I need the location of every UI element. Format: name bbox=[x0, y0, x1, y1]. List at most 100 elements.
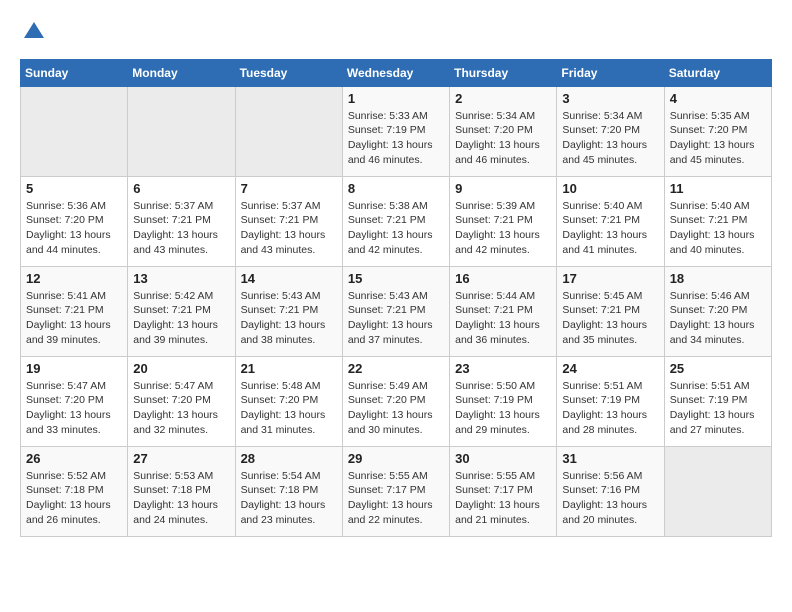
weekday-header-saturday: Saturday bbox=[664, 59, 771, 86]
calendar-cell bbox=[664, 446, 771, 536]
page-header bbox=[20, 20, 772, 49]
day-info: Sunrise: 5:37 AM Sunset: 7:21 PM Dayligh… bbox=[241, 199, 337, 258]
day-info: Sunrise: 5:38 AM Sunset: 7:21 PM Dayligh… bbox=[348, 199, 444, 258]
calendar-cell: 5 Sunrise: 5:36 AM Sunset: 7:20 PM Daylig… bbox=[21, 176, 128, 266]
calendar-week-5: 26 Sunrise: 5:52 AM Sunset: 7:18 PM Dayli… bbox=[21, 446, 772, 536]
logo bbox=[20, 20, 46, 49]
day-number: 9 bbox=[455, 181, 551, 196]
weekday-header-sunday: Sunday bbox=[21, 59, 128, 86]
calendar-body: 1 Sunrise: 5:33 AM Sunset: 7:19 PM Daylig… bbox=[21, 86, 772, 536]
weekday-header-tuesday: Tuesday bbox=[235, 59, 342, 86]
day-info: Sunrise: 5:46 AM Sunset: 7:20 PM Dayligh… bbox=[670, 289, 766, 348]
day-info: Sunrise: 5:45 AM Sunset: 7:21 PM Dayligh… bbox=[562, 289, 658, 348]
calendar-cell: 4Sunrise: 5:35 AM Sunset: 7:20 PM Daylig… bbox=[664, 86, 771, 176]
calendar-cell: 27 Sunrise: 5:53 AM Sunset: 7:18 PM Dayli… bbox=[128, 446, 235, 536]
calendar-cell: 26 Sunrise: 5:52 AM Sunset: 7:18 PM Dayli… bbox=[21, 446, 128, 536]
day-number: 7 bbox=[241, 181, 337, 196]
day-number: 27 bbox=[133, 451, 229, 466]
day-info: Sunrise: 5:52 AM Sunset: 7:18 PM Dayligh… bbox=[26, 469, 122, 528]
calendar-cell: 11Sunrise: 5:40 AM Sunset: 7:21 PM Dayli… bbox=[664, 176, 771, 266]
calendar-cell: 10Sunrise: 5:40 AM Sunset: 7:21 PM Dayli… bbox=[557, 176, 664, 266]
calendar-header: SundayMondayTuesdayWednesdayThursdayFrid… bbox=[21, 59, 772, 86]
day-number: 22 bbox=[348, 361, 444, 376]
day-number: 4 bbox=[670, 91, 766, 106]
day-number: 24 bbox=[562, 361, 658, 376]
calendar-cell: 9 Sunrise: 5:39 AM Sunset: 7:21 PM Daylig… bbox=[450, 176, 557, 266]
day-number: 19 bbox=[26, 361, 122, 376]
day-number: 1 bbox=[348, 91, 444, 106]
calendar-cell: 21 Sunrise: 5:48 AM Sunset: 7:20 PM Dayli… bbox=[235, 356, 342, 446]
calendar-cell: 3 Sunrise: 5:34 AM Sunset: 7:20 PM Daylig… bbox=[557, 86, 664, 176]
day-info: Sunrise: 5:55 AM Sunset: 7:17 PM Dayligh… bbox=[348, 469, 444, 528]
calendar-cell bbox=[235, 86, 342, 176]
calendar-week-3: 12 Sunrise: 5:41 AM Sunset: 7:21 PM Dayli… bbox=[21, 266, 772, 356]
weekday-header-wednesday: Wednesday bbox=[342, 59, 449, 86]
calendar-cell: 17 Sunrise: 5:45 AM Sunset: 7:21 PM Dayli… bbox=[557, 266, 664, 356]
day-number: 29 bbox=[348, 451, 444, 466]
calendar-table: SundayMondayTuesdayWednesdayThursdayFrid… bbox=[20, 59, 772, 537]
calendar-cell bbox=[128, 86, 235, 176]
day-info: Sunrise: 5:51 AM Sunset: 7:19 PM Dayligh… bbox=[670, 379, 766, 438]
weekday-header-thursday: Thursday bbox=[450, 59, 557, 86]
day-info: Sunrise: 5:53 AM Sunset: 7:18 PM Dayligh… bbox=[133, 469, 229, 528]
day-info: Sunrise: 5:33 AM Sunset: 7:19 PM Dayligh… bbox=[348, 109, 444, 168]
day-info: Sunrise: 5:44 AM Sunset: 7:21 PM Dayligh… bbox=[455, 289, 551, 348]
day-info: Sunrise: 5:37 AM Sunset: 7:21 PM Dayligh… bbox=[133, 199, 229, 258]
calendar-cell: 1 Sunrise: 5:33 AM Sunset: 7:19 PM Daylig… bbox=[342, 86, 449, 176]
calendar-cell: 31 Sunrise: 5:56 AM Sunset: 7:16 PM Dayli… bbox=[557, 446, 664, 536]
day-number: 2 bbox=[455, 91, 551, 106]
calendar-cell: 20Sunrise: 5:47 AM Sunset: 7:20 PM Dayli… bbox=[128, 356, 235, 446]
day-number: 21 bbox=[241, 361, 337, 376]
weekday-header-monday: Monday bbox=[128, 59, 235, 86]
day-info: Sunrise: 5:43 AM Sunset: 7:21 PM Dayligh… bbox=[348, 289, 444, 348]
day-number: 3 bbox=[562, 91, 658, 106]
calendar-cell: 6Sunrise: 5:37 AM Sunset: 7:21 PM Daylig… bbox=[128, 176, 235, 266]
day-number: 18 bbox=[670, 271, 766, 286]
day-number: 17 bbox=[562, 271, 658, 286]
day-number: 14 bbox=[241, 271, 337, 286]
day-number: 13 bbox=[133, 271, 229, 286]
calendar-cell: 23 Sunrise: 5:50 AM Sunset: 7:19 PM Dayli… bbox=[450, 356, 557, 446]
day-info: Sunrise: 5:47 AM Sunset: 7:20 PM Dayligh… bbox=[26, 379, 122, 438]
day-info: Sunrise: 5:43 AM Sunset: 7:21 PM Dayligh… bbox=[241, 289, 337, 348]
calendar-week-1: 1 Sunrise: 5:33 AM Sunset: 7:19 PM Daylig… bbox=[21, 86, 772, 176]
day-info: Sunrise: 5:56 AM Sunset: 7:16 PM Dayligh… bbox=[562, 469, 658, 528]
day-info: Sunrise: 5:34 AM Sunset: 7:20 PM Dayligh… bbox=[562, 109, 658, 168]
day-info: Sunrise: 5:36 AM Sunset: 7:20 PM Dayligh… bbox=[26, 199, 122, 258]
day-number: 23 bbox=[455, 361, 551, 376]
day-info: Sunrise: 5:39 AM Sunset: 7:21 PM Dayligh… bbox=[455, 199, 551, 258]
calendar-cell bbox=[21, 86, 128, 176]
day-info: Sunrise: 5:42 AM Sunset: 7:21 PM Dayligh… bbox=[133, 289, 229, 348]
day-number: 30 bbox=[455, 451, 551, 466]
calendar-cell: 12 Sunrise: 5:41 AM Sunset: 7:21 PM Dayli… bbox=[21, 266, 128, 356]
logo-icon bbox=[22, 20, 46, 44]
day-number: 16 bbox=[455, 271, 551, 286]
day-info: Sunrise: 5:49 AM Sunset: 7:20 PM Dayligh… bbox=[348, 379, 444, 438]
weekday-header-row: SundayMondayTuesdayWednesdayThursdayFrid… bbox=[21, 59, 772, 86]
day-number: 5 bbox=[26, 181, 122, 196]
day-info: Sunrise: 5:54 AM Sunset: 7:18 PM Dayligh… bbox=[241, 469, 337, 528]
day-info: Sunrise: 5:55 AM Sunset: 7:17 PM Dayligh… bbox=[455, 469, 551, 528]
day-info: Sunrise: 5:48 AM Sunset: 7:20 PM Dayligh… bbox=[241, 379, 337, 438]
calendar-cell: 16 Sunrise: 5:44 AM Sunset: 7:21 PM Dayli… bbox=[450, 266, 557, 356]
calendar-cell: 22 Sunrise: 5:49 AM Sunset: 7:20 PM Dayli… bbox=[342, 356, 449, 446]
day-number: 25 bbox=[670, 361, 766, 376]
calendar-cell: 24Sunrise: 5:51 AM Sunset: 7:19 PM Dayli… bbox=[557, 356, 664, 446]
day-number: 15 bbox=[348, 271, 444, 286]
day-number: 11 bbox=[670, 181, 766, 196]
calendar-week-2: 5 Sunrise: 5:36 AM Sunset: 7:20 PM Daylig… bbox=[21, 176, 772, 266]
calendar-cell: 19 Sunrise: 5:47 AM Sunset: 7:20 PM Dayli… bbox=[21, 356, 128, 446]
day-info: Sunrise: 5:41 AM Sunset: 7:21 PM Dayligh… bbox=[26, 289, 122, 348]
calendar-cell: 14 Sunrise: 5:43 AM Sunset: 7:21 PM Dayli… bbox=[235, 266, 342, 356]
calendar-cell: 25 Sunrise: 5:51 AM Sunset: 7:19 PM Dayli… bbox=[664, 356, 771, 446]
calendar-cell: 13 Sunrise: 5:42 AM Sunset: 7:21 PM Dayli… bbox=[128, 266, 235, 356]
calendar-week-4: 19 Sunrise: 5:47 AM Sunset: 7:20 PM Dayli… bbox=[21, 356, 772, 446]
day-number: 20 bbox=[133, 361, 229, 376]
calendar-cell: 18 Sunrise: 5:46 AM Sunset: 7:20 PM Dayli… bbox=[664, 266, 771, 356]
day-number: 12 bbox=[26, 271, 122, 286]
day-info: Sunrise: 5:50 AM Sunset: 7:19 PM Dayligh… bbox=[455, 379, 551, 438]
day-number: 26 bbox=[26, 451, 122, 466]
day-info: Sunrise: 5:34 AM Sunset: 7:20 PM Dayligh… bbox=[455, 109, 551, 168]
calendar-cell: 29 Sunrise: 5:55 AM Sunset: 7:17 PM Dayli… bbox=[342, 446, 449, 536]
day-number: 31 bbox=[562, 451, 658, 466]
